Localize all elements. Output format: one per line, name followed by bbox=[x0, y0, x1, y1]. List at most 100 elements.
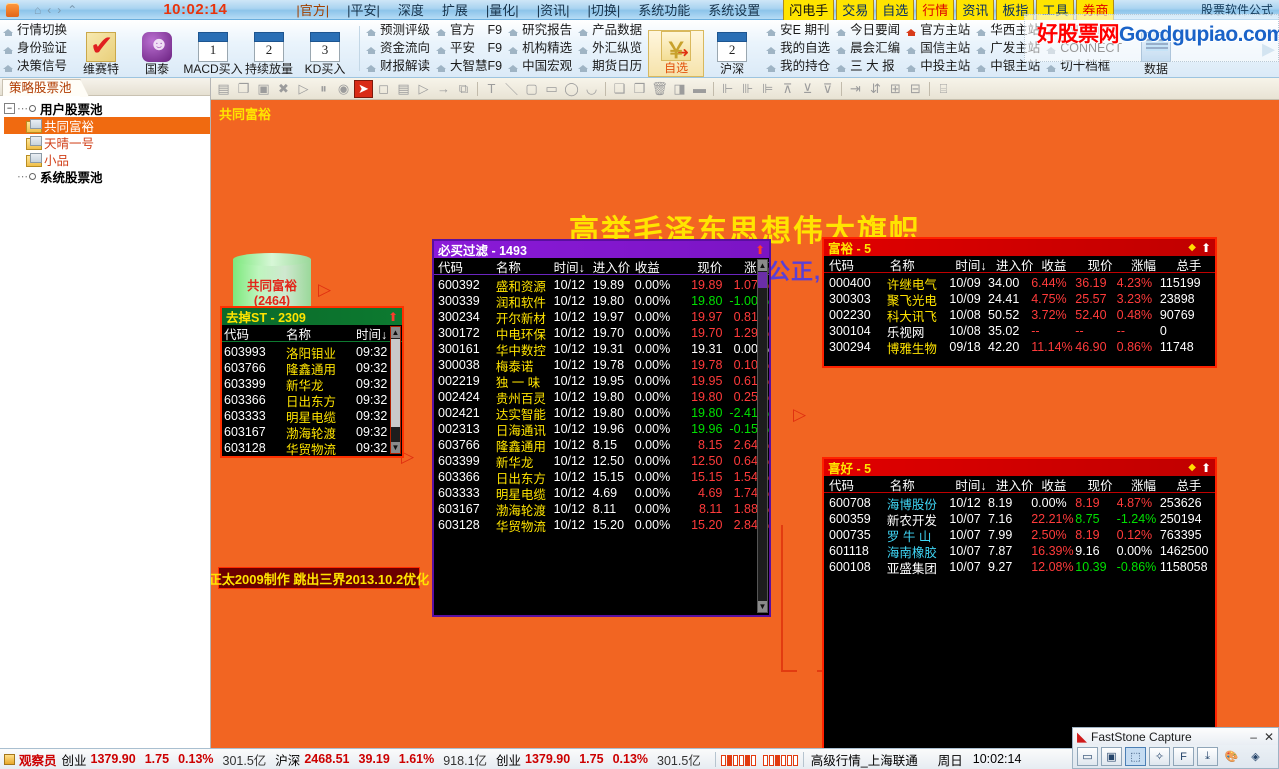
scroll-up-button[interactable]: ▲ bbox=[391, 327, 400, 338]
play-icon[interactable]: ▷ bbox=[294, 80, 313, 98]
menu-item-7[interactable]: 系统功能 bbox=[629, 0, 699, 19]
toolbar-link-sandabao[interactable]: 三 大 报 bbox=[836, 58, 900, 75]
table-row[interactable]: 603399 新华龙 10/12 12.50 0.00% 12.50 0.64% bbox=[438, 453, 769, 470]
faststone-titlebar[interactable]: ◣ FastStone Capture – ✕ bbox=[1073, 728, 1278, 745]
titlebar-nav[interactable]: ⌂ ‹ › ⌃ bbox=[34, 3, 77, 17]
menu-item-3[interactable]: 扩展 bbox=[433, 0, 477, 19]
tag-hangqing[interactable]: 行情 bbox=[916, 0, 955, 21]
sidebar-tab-strategy-pool[interactable]: 策略股票池 bbox=[2, 79, 88, 97]
vertical-scrollbar[interactable]: ▲ ▼ bbox=[757, 259, 768, 613]
toolbar-link-yucepingji[interactable]: 预测评级 bbox=[366, 22, 430, 39]
back-icon[interactable]: ‹ bbox=[47, 3, 51, 17]
menu-item-6[interactable]: |切换| bbox=[578, 0, 629, 19]
toolbar-link-wodezixuan[interactable]: 我的自选 bbox=[766, 40, 830, 57]
oval-icon[interactable]: ◯ bbox=[562, 80, 581, 98]
tree-node-xiaopin[interactable]: 小品 bbox=[4, 151, 210, 168]
toolbar-link-qihuorili[interactable]: 期货日历 bbox=[578, 58, 642, 75]
roundrect-icon[interactable]: ▭ bbox=[542, 80, 561, 98]
align-center-icon[interactable]: ⊪ bbox=[738, 80, 757, 98]
align-left-icon[interactable]: ⊩ bbox=[718, 80, 737, 98]
tree-node-system-pool[interactable]: ⋯ 系统股票池 bbox=[4, 168, 210, 185]
toolbar-link-wodechicang[interactable]: 我的持仓 bbox=[766, 58, 830, 75]
toolbar-link-chanpinshuju[interactable]: 产品数据 bbox=[578, 22, 642, 39]
menu-item-0[interactable]: |官方| bbox=[287, 0, 338, 19]
expand-collapse-icon[interactable]: − bbox=[4, 103, 15, 114]
table-row[interactable]: 300038 梅泰诺 10/12 19.78 0.00% 19.78 0.10% bbox=[438, 357, 769, 374]
table-row[interactable]: 002424 贵州百灵 10/12 19.80 0.00% 19.80 0.25% bbox=[438, 389, 769, 406]
capture-f-icon[interactable]: F bbox=[1173, 747, 1194, 766]
toolbar-button-hushen[interactable]: 2 沪深 bbox=[704, 32, 760, 77]
toolbar-link-chenhuihuibian[interactable]: 晨会汇编 bbox=[836, 40, 900, 57]
window-fuyu[interactable]: 富裕 - 5 ◆ ⬆ 代码 名称 时间↓ 进入价 收益 现价 涨幅 总手 0004… bbox=[822, 237, 1217, 368]
toolbar-link-zijinliuxiang[interactable]: 资金流向 bbox=[366, 40, 430, 57]
size-h-icon[interactable]: ⊞ bbox=[886, 80, 905, 98]
group-icon[interactable]: ⌸ bbox=[934, 80, 953, 98]
up-arrow-icon[interactable]: ⬆ bbox=[1201, 461, 1211, 475]
rect-icon[interactable]: ▢ bbox=[522, 80, 541, 98]
vertical-scrollbar[interactable]: ▲ ▼ bbox=[390, 326, 401, 454]
table-row[interactable]: 600108 亚盛集团 10/07 9.27 12.08% 10.39 -0.86% 1158… bbox=[829, 559, 1215, 576]
table-row[interactable]: 603333 明星电缆 10/12 4.69 0.00% 4.69 1.74% bbox=[438, 485, 769, 502]
faststone-capture-window[interactable]: ◣ FastStone Capture – ✕ ▭ ▣ ⬚ ✧ F ⤓ 🎨 ◈ bbox=[1072, 727, 1279, 769]
scroll-down-button[interactable]: ▼ bbox=[391, 442, 400, 453]
table-row[interactable]: 300161 华中数控 10/12 19.31 0.00% 19.31 0.00% bbox=[438, 341, 769, 358]
scroll-thumb[interactable] bbox=[391, 339, 400, 427]
align-top-icon[interactable]: ⊼ bbox=[778, 80, 797, 98]
toolbar-link-guoxinzhuzhan[interactable]: 国信主站 bbox=[906, 40, 970, 57]
toolbar-link-caibaojiedu[interactable]: 财报解读 bbox=[366, 58, 430, 75]
capture-fullscreen-icon[interactable]: ▣ bbox=[1101, 747, 1122, 766]
table-row[interactable]: 600392 盛和资源 10/12 19.89 0.00% 19.89 1.07% bbox=[438, 277, 769, 294]
up-arrow-icon[interactable]: ⬆ bbox=[388, 310, 398, 324]
line-icon[interactable]: ＼ bbox=[502, 80, 521, 98]
toolbar-button-zixuan[interactable]: ➜自选 bbox=[648, 30, 705, 77]
record-icon[interactable]: ◉ bbox=[334, 80, 353, 98]
toolbar-button-macd[interactable]: 1 MACD买入 bbox=[183, 32, 243, 77]
save-icon[interactable]: ▣ bbox=[254, 80, 273, 98]
align-bottom-icon[interactable]: ⊽ bbox=[818, 80, 837, 98]
menu-item-2[interactable]: 深度 bbox=[389, 0, 433, 19]
capture-region-icon[interactable]: ⬚ bbox=[1125, 747, 1146, 766]
toolbar-link-guanfangzhuzhan[interactable]: 官方主站 bbox=[906, 22, 970, 39]
text-icon[interactable]: T bbox=[482, 80, 501, 98]
dup-icon[interactable]: ❒ bbox=[630, 80, 649, 98]
table-row[interactable]: 002219 独 一 味 10/12 19.95 0.00% 19.95 0.61% bbox=[438, 373, 769, 390]
toolbar-link-guanfang-f9[interactable]: 官方 F9 bbox=[436, 22, 502, 39]
new-doc-icon[interactable]: ❐ bbox=[234, 80, 253, 98]
window-xihao[interactable]: 喜好 - 5 ◆ ⬆ 代码 名称 时间↓ 进入价 收益 现价 涨幅 总手 6007… bbox=[822, 457, 1217, 748]
tag-jiaoyi[interactable]: 交易 bbox=[836, 0, 875, 21]
tag-zixun[interactable]: 资讯 bbox=[956, 0, 995, 21]
table-row[interactable]: 002421 达实智能 10/12 19.80 0.00% 19.80 -2.41% bbox=[438, 405, 769, 422]
toolbar-button-chixufangliang[interactable]: 2 持续放量 bbox=[241, 32, 297, 77]
dist-v-icon[interactable]: ⇵ bbox=[866, 80, 885, 98]
toolbar-link-shenfenyanzheng[interactable]: 身份验证 bbox=[3, 40, 67, 57]
toolbar-button-weisaite[interactable]: 维赛特 bbox=[73, 29, 129, 77]
table-row[interactable]: 603366 日出东方 10/12 15.15 0.00% 15.15 1.54% bbox=[438, 469, 769, 486]
tree-node-gongtongfuyu[interactable]: 共同富裕 bbox=[4, 117, 210, 134]
fill-icon[interactable]: ◨ bbox=[670, 80, 689, 98]
toolbar-link-dazhihui-f9[interactable]: 大智慧F9 bbox=[436, 58, 502, 75]
trash-icon[interactable]: 🗑 bbox=[650, 80, 669, 98]
copy-icon[interactable]: ⧉ bbox=[454, 80, 473, 98]
tag-zixuan[interactable]: 自选 bbox=[876, 0, 915, 21]
doc-icon[interactable]: ▤ bbox=[394, 80, 413, 98]
toolbar-link-zhongguohongguan[interactable]: 中国宏观 bbox=[508, 58, 572, 75]
dist-h-icon[interactable]: ⇥ bbox=[846, 80, 865, 98]
arrow-icon[interactable]: → bbox=[434, 80, 453, 98]
up-arrow-icon[interactable]: ⬆ bbox=[1201, 241, 1211, 255]
capture-freehand-icon[interactable]: ✧ bbox=[1149, 747, 1170, 766]
scroll-thumb[interactable] bbox=[758, 272, 767, 288]
table-row[interactable]: 603128 华贸物流 10/12 15.20 0.00% 15.20 2.84% bbox=[438, 517, 769, 534]
tag-shandianshou[interactable]: 闪电手 bbox=[783, 0, 835, 21]
align-middle-icon[interactable]: ⊻ bbox=[798, 80, 817, 98]
pointer-icon[interactable]: ➤ bbox=[354, 79, 373, 98]
table-row[interactable]: 603167 渤海轮渡 10/12 8.11 0.00% 8.11 1.88% bbox=[438, 501, 769, 518]
table-row[interactable]: 300339 润和软件 10/12 19.80 0.00% 19.80 -1.00% bbox=[438, 293, 769, 310]
table-row[interactable]: 603766 隆鑫通用 10/12 8.15 0.00% 8.15 2.64% bbox=[438, 437, 769, 454]
toolbar-link-zhongtouzhuzhan[interactable]: 中投主站 bbox=[906, 58, 970, 75]
window-title-bar[interactable]: 去掉ST - 2309 ⬆ bbox=[222, 308, 402, 325]
tree-node-tianqingyihao[interactable]: 天晴一号 bbox=[4, 134, 210, 151]
diamond-icon[interactable]: ◆ bbox=[1188, 462, 1196, 473]
tree-node-user-pool[interactable]: − ⋯ 用户股票池 bbox=[4, 100, 210, 117]
delete-icon[interactable]: ✖ bbox=[274, 80, 293, 98]
toolbar-link-jigoujingxuan[interactable]: 机构精选 bbox=[508, 40, 572, 57]
